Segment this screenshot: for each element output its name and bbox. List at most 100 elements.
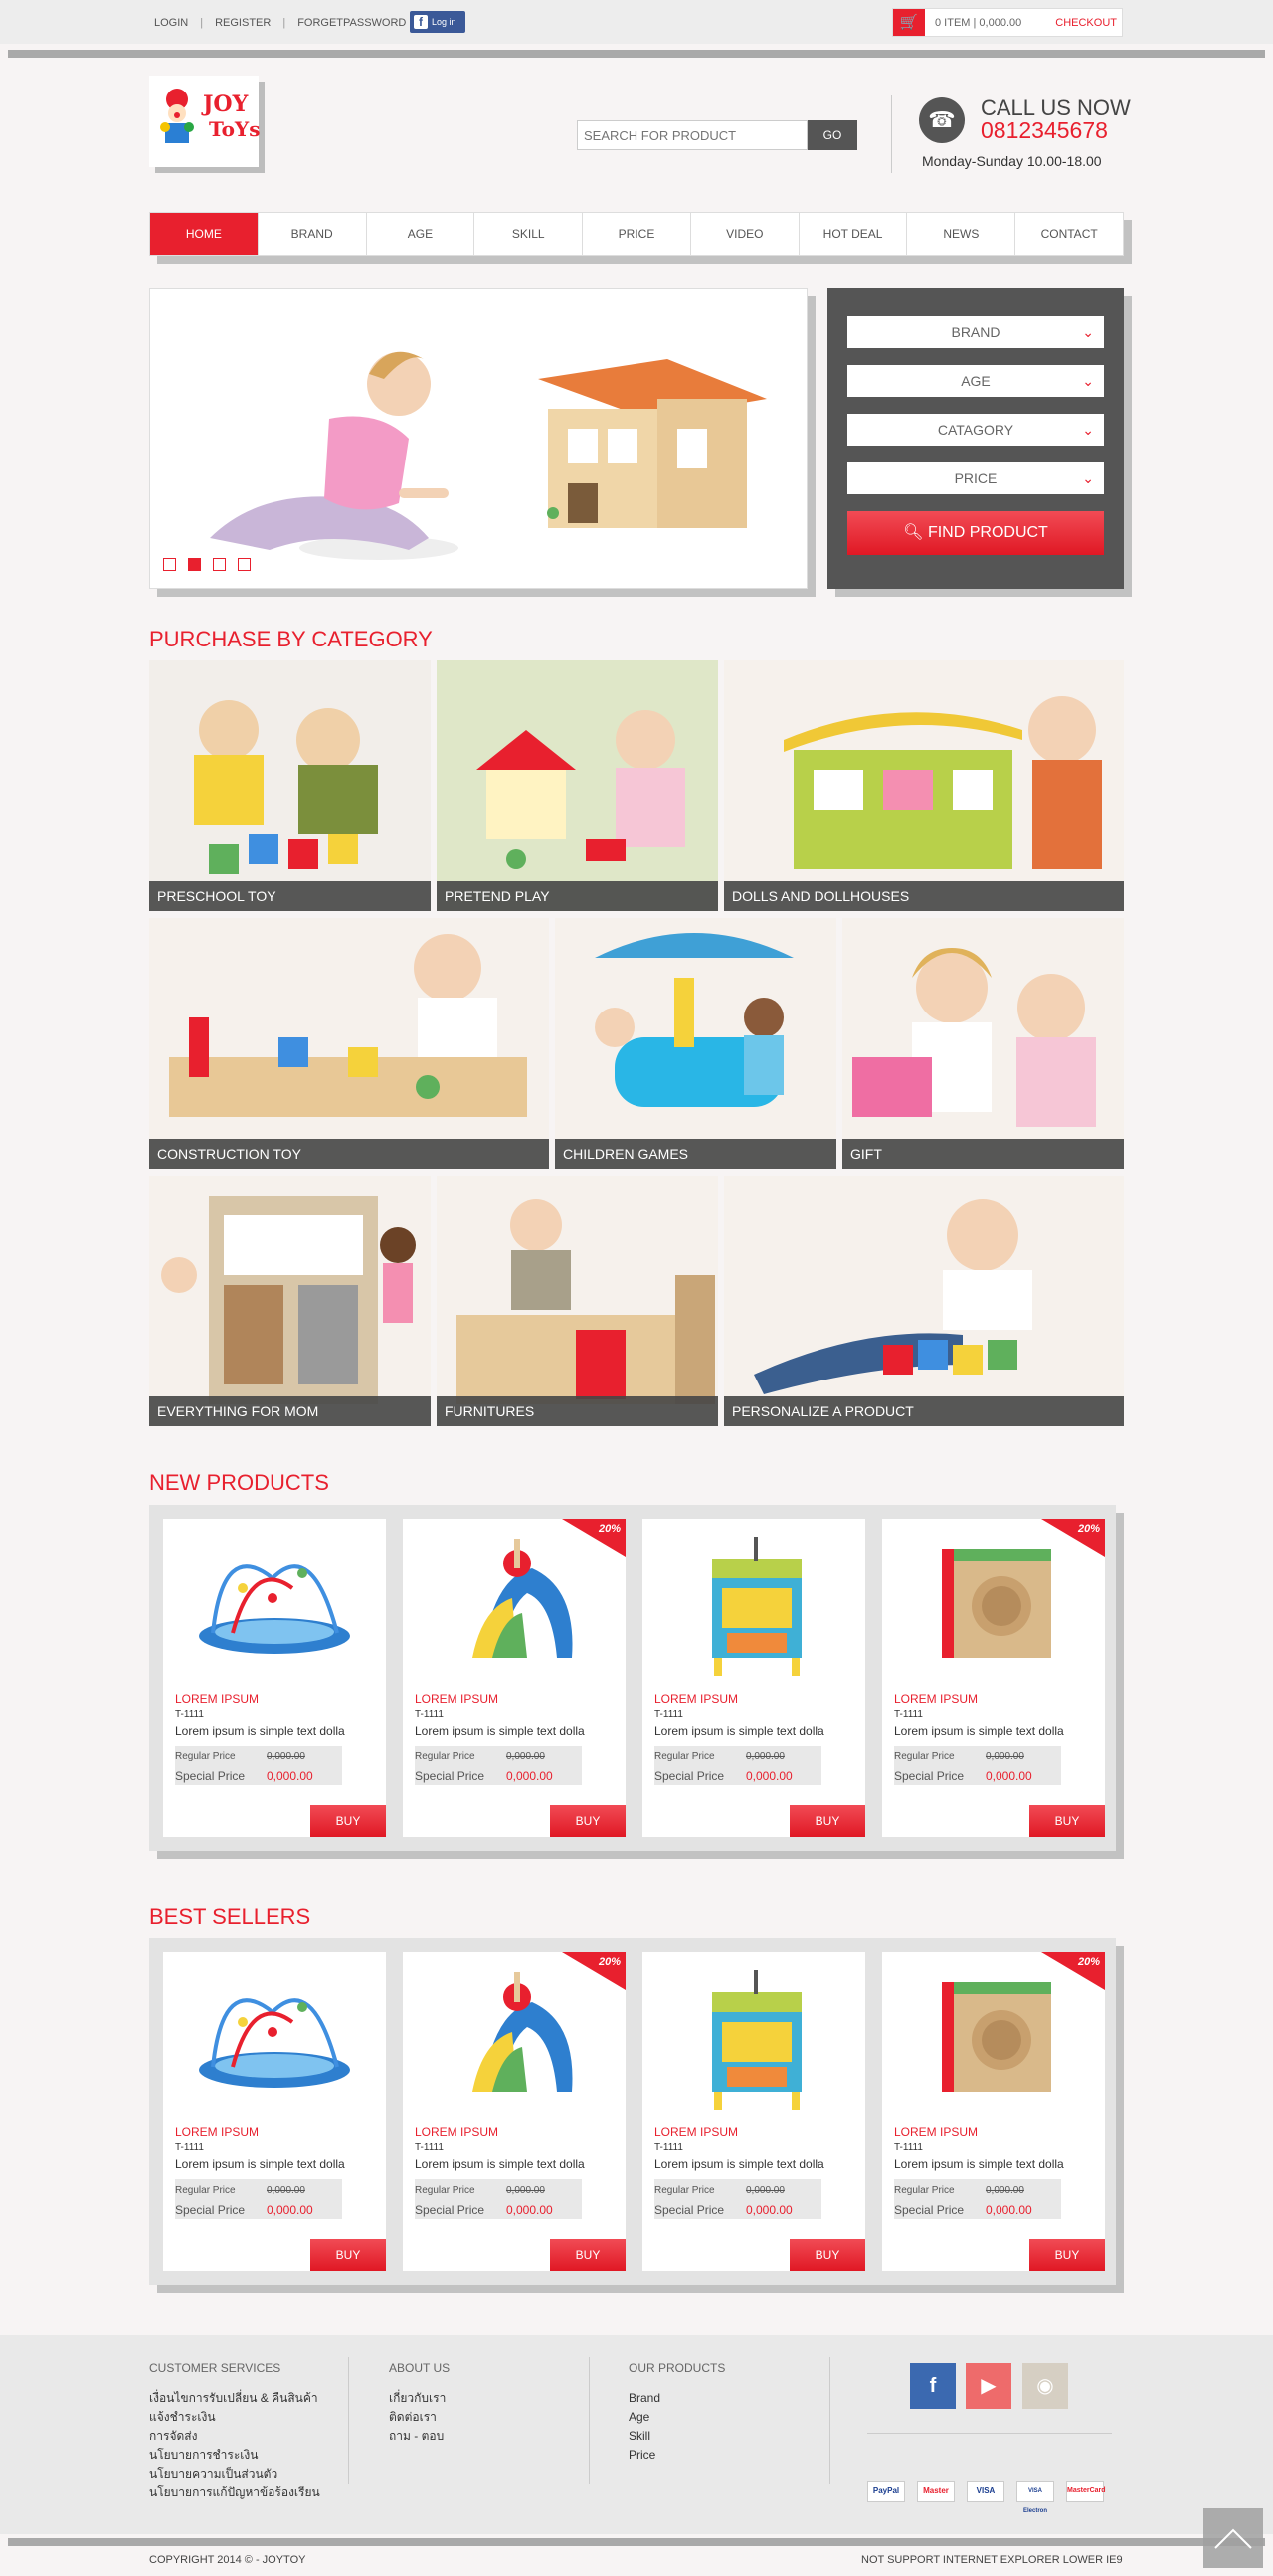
discount-badge: 20% xyxy=(1077,1956,1100,1968)
category-children-games[interactable]: CHILDREN GAMES xyxy=(555,918,836,1169)
category-dolls-and-dollhouses[interactable]: DOLLS AND DOLLHOUSES xyxy=(724,660,1124,911)
product-card[interactable]: 20% LOREM IPSUM T-1111 Lorem ipsum is si… xyxy=(403,1519,626,1837)
footer-link[interactable]: เงื่อนไขการรับเปลี่ยน & คืนสินค้า xyxy=(149,2389,320,2408)
product-card[interactable]: LOREM IPSUM T-1111 Lorem ipsum is simple… xyxy=(642,1519,865,1837)
product-name[interactable]: LOREM IPSUM xyxy=(894,2125,978,2139)
bottom-divider xyxy=(8,2538,1265,2546)
product-card[interactable]: LOREM IPSUM T-1111 Lorem ipsum is simple… xyxy=(163,1519,386,1837)
buy-button[interactable]: BUY xyxy=(1029,2239,1105,2271)
price-select[interactable]: PRICE ⌄ xyxy=(847,462,1104,494)
buy-button[interactable]: BUY xyxy=(550,2239,626,2271)
search-go-button[interactable]: GO xyxy=(808,120,857,150)
mini-cart[interactable]: 🛒 0 ITEM | 0,000.00 CHECKOUT xyxy=(892,8,1123,37)
logo[interactable]: JOY ToYs xyxy=(149,76,261,167)
slider-dot[interactable] xyxy=(213,558,226,571)
nav-age[interactable]: AGE xyxy=(367,213,475,255)
clown-logo-icon xyxy=(160,89,194,143)
buy-button[interactable]: BUY xyxy=(790,1805,865,1837)
category-select[interactable]: CATAGORY ⌄ xyxy=(847,414,1104,446)
footer-link[interactable]: ติดต่อเรา xyxy=(389,2408,450,2427)
category-pretend-play[interactable]: PRETEND PLAY xyxy=(437,660,718,911)
find-product-button[interactable]: 🔍︎ FIND PRODUCT xyxy=(847,511,1104,555)
facebook-icon[interactable]: f xyxy=(910,2363,956,2409)
product-name[interactable]: LOREM IPSUM xyxy=(654,2125,738,2139)
category-furnitures[interactable]: FURNITURES xyxy=(437,1176,718,1426)
buy-button[interactable]: BUY xyxy=(550,1805,626,1837)
category-preschool-toy[interactable]: PRESCHOOL TOY xyxy=(149,660,431,911)
buy-button[interactable]: BUY xyxy=(1029,1805,1105,1837)
product-card[interactable]: 20% LOREM IPSUM T-1111 Lorem ipsum is si… xyxy=(882,1952,1105,2271)
age-select[interactable]: AGE ⌄ xyxy=(847,365,1104,397)
cart-summary: 0 ITEM | 0,000.00 xyxy=(935,17,1022,29)
product-card[interactable]: LOREM IPSUM T-1111 Lorem ipsum is simple… xyxy=(642,1952,865,2271)
chevron-up-icon xyxy=(1214,2528,1252,2549)
footer-link[interactable]: เกี่ยวกับเรา xyxy=(389,2389,450,2408)
nav-hot-deal[interactable]: HOT DEAL xyxy=(800,213,908,255)
back-to-top-button[interactable] xyxy=(1203,2508,1263,2568)
instagram-icon[interactable]: ◉ xyxy=(1022,2363,1068,2409)
nav-home[interactable]: HOME xyxy=(150,213,259,255)
footer-link[interactable]: แจ้งชำระเงิน xyxy=(149,2408,320,2427)
buy-button[interactable]: BUY xyxy=(790,2239,865,2271)
register-link[interactable]: REGISTER xyxy=(215,17,271,29)
product-name[interactable]: LOREM IPSUM xyxy=(654,1692,738,1706)
nav-brand[interactable]: BRAND xyxy=(259,213,367,255)
youtube-icon[interactable]: ▶ xyxy=(966,2363,1011,2409)
slider-dot[interactable] xyxy=(238,558,251,571)
facebook-login-button[interactable]: f Log in xyxy=(410,11,465,33)
product-card[interactable]: 20% LOREM IPSUM T-1111 Lorem ipsum is si… xyxy=(403,1952,626,2271)
slider-dot[interactable] xyxy=(163,558,176,571)
footer-link[interactable]: Brand xyxy=(629,2389,725,2408)
brand-select[interactable]: BRAND ⌄ xyxy=(847,316,1104,348)
category-everything-for-mom[interactable]: EVERYTHING FOR MOM xyxy=(149,1176,431,1426)
forget-password-link[interactable]: FORGETPASSWORD xyxy=(297,17,406,29)
product-name[interactable]: LOREM IPSUM xyxy=(415,2125,498,2139)
special-price-label: Special Price xyxy=(415,1769,485,1783)
category-gift[interactable]: GIFT xyxy=(842,918,1124,1169)
footer-link[interactable]: การจัดส่ง xyxy=(149,2427,320,2446)
category-label: FURNITURES xyxy=(437,1396,718,1426)
product-name[interactable]: LOREM IPSUM xyxy=(175,1692,259,1706)
phone-number[interactable]: 0812345678 xyxy=(981,117,1108,144)
footer-link[interactable]: นโยบายการแก้ปัญหาข้อร้องเรียน xyxy=(149,2484,320,2502)
checkout-link[interactable]: CHECKOUT xyxy=(1055,17,1117,29)
nav-news[interactable]: NEWS xyxy=(907,213,1016,255)
buy-button[interactable]: BUY xyxy=(310,1805,386,1837)
footer-link[interactable]: Price xyxy=(629,2446,725,2465)
slider-dots xyxy=(163,558,251,571)
nav-price[interactable]: PRICE xyxy=(583,213,691,255)
search-input[interactable] xyxy=(577,120,808,150)
category-image xyxy=(724,660,1124,911)
footer-link[interactable]: นโยบายความเป็นส่วนตัว xyxy=(149,2465,320,2484)
product-image xyxy=(199,1564,350,1654)
nav-contact[interactable]: CONTACT xyxy=(1015,213,1123,255)
category-construction-toy[interactable]: CONSTRUCTION TOY xyxy=(149,918,549,1169)
regular-price-label: Regular Price xyxy=(175,2185,236,2196)
regular-price-label: Regular Price xyxy=(175,1751,236,1762)
footer-link[interactable]: นโยบายการชำระเงิน xyxy=(149,2446,320,2465)
category-label: CHILDREN GAMES xyxy=(555,1139,836,1169)
buy-button[interactable]: BUY xyxy=(310,2239,386,2271)
category-image xyxy=(555,918,836,1169)
product-card[interactable]: LOREM IPSUM T-1111 Lorem ipsum is simple… xyxy=(163,1952,386,2271)
product-name[interactable]: LOREM IPSUM xyxy=(415,1692,498,1706)
footer-link[interactable]: ถาม - ตอบ xyxy=(389,2427,450,2446)
discount-badge: 20% xyxy=(1077,1523,1100,1535)
slider-dot-active[interactable] xyxy=(188,558,201,571)
logo-text-joy: JOY xyxy=(203,92,249,117)
login-link[interactable]: LOGIN xyxy=(154,17,188,29)
logo-text-toys: ToYs xyxy=(209,117,261,141)
account-links: LOGIN | REGISTER | FORGETPASSWORD xyxy=(154,17,407,29)
footer-link[interactable]: Skill xyxy=(629,2427,725,2446)
product-name[interactable]: LOREM IPSUM xyxy=(894,1692,978,1706)
footer-link[interactable]: Age xyxy=(629,2408,725,2427)
visa-electron-icon: VISA Electron xyxy=(1016,2481,1054,2514)
nav-video[interactable]: VIDEO xyxy=(691,213,800,255)
chevron-down-icon: ⌄ xyxy=(1082,373,1094,389)
category-personalize-a-product[interactable]: PERSONALIZE A PRODUCT xyxy=(724,1176,1124,1426)
footer-customer-services: CUSTOMER SERVICES เงื่อนไขการรับเปลี่ยน … xyxy=(149,2361,320,2502)
product-name[interactable]: LOREM IPSUM xyxy=(175,2125,259,2139)
nav-skill[interactable]: SKILL xyxy=(474,213,584,255)
product-card[interactable]: 20% LOREM IPSUM T-1111 Lorem ipsum is si… xyxy=(882,1519,1105,1837)
hero-slider[interactable] xyxy=(149,288,808,589)
